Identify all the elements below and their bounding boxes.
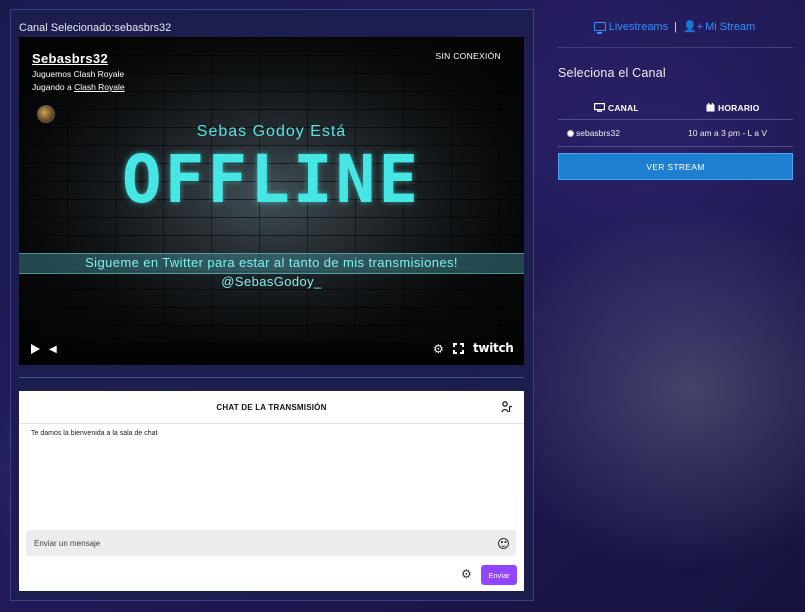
channel-row-name: sebasbrs32 — [576, 128, 620, 138]
play-icon[interactable] — [31, 344, 40, 354]
playing-prefix: Jugando a — [32, 82, 72, 92]
channel-radio-button[interactable] — [567, 130, 574, 137]
column-schedule-label: HORARIO — [718, 103, 760, 113]
channel-avatar[interactable] — [37, 105, 55, 123]
panel-divider — [19, 377, 524, 378]
twitter-handle: @SebasGodoy_ — [221, 274, 322, 289]
user-list-icon[interactable] — [501, 401, 513, 413]
chat-title: CHAT DE LA TRANSMISIÓN — [216, 403, 327, 412]
offline-heading: OFFLINE — [121, 141, 422, 218]
channel-sidebar: Livestreams | 👤+ Mi Stream Seleciona el Can… — [545, 9, 804, 601]
emote-picker-icon[interactable] — [498, 538, 509, 549]
player-settings-icon[interactable]: ⚙ — [433, 343, 444, 355]
chat-header: CHAT DE LA TRANSMISIÓN — [19, 391, 524, 424]
chat-settings-icon[interactable]: ⚙ — [461, 568, 472, 580]
chat-panel: CHAT DE LA TRANSMISIÓN Te damos la bienv… — [19, 391, 524, 591]
chat-message-input[interactable] — [26, 530, 516, 556]
livestreams-label: Livestreams — [608, 21, 669, 33]
game-link[interactable]: Clash Royale — [74, 82, 125, 92]
column-header-schedule: HORARIO — [706, 103, 760, 113]
volume-icon[interactable]: ◀ — [49, 344, 57, 356]
chat-welcome-message: Te damos la bienvenida a la sala de chat — [31, 430, 158, 437]
my-stream-label: Mi Stream — [705, 21, 756, 33]
offline-subtitle: Sebas Godoy Está — [196, 123, 347, 140]
livestreams-link[interactable]: Livestreams — [593, 21, 669, 34]
offline-status-badge: SIN CONEXIÓN — [435, 51, 501, 61]
column-channel-label: CANAL — [608, 103, 639, 113]
selected-channel-label: Canal Selecionado:sebasbrs32 — [19, 22, 172, 34]
fullscreen-icon[interactable] — [453, 343, 464, 354]
stream-panel: Canal Selecionado:sebasbrs32 Sebasbrs32 … — [10, 9, 534, 601]
user-plus-icon: 👤+ — [682, 21, 704, 33]
select-channel-title: Seleciona el Canal — [558, 66, 666, 80]
nav-separator: | — [674, 21, 677, 33]
monitor-icon — [594, 103, 606, 112]
top-nav-links: Livestreams | 👤+ Mi Stream — [545, 20, 804, 34]
calendar-icon — [706, 103, 715, 112]
twitter-follow-text: Sigueme en Twitter para estar al tanto d… — [85, 255, 458, 270]
player-playing-line: Jugando a Clash Royale — [32, 82, 125, 92]
send-chat-button[interactable]: Enviar — [481, 565, 517, 585]
channel-row-radio[interactable]: sebasbrs32 — [567, 128, 620, 138]
twitch-logo-icon[interactable]: twitch — [473, 342, 514, 354]
table-row-rule — [558, 146, 793, 147]
my-stream-link[interactable]: 👤+ Mi Stream — [683, 21, 755, 33]
watch-stream-button[interactable]: VER STREAM — [558, 153, 793, 180]
twitch-player[interactable]: Sebasbrs32 Juguemos Clash Royale Jugando… — [19, 37, 524, 365]
table-header-rule — [558, 119, 793, 120]
player-channel-name-link[interactable]: Sebasbrs32 — [32, 51, 108, 66]
player-controls: ◀ ⚙ twitch — [19, 335, 524, 365]
column-header-channel: CANAL — [594, 103, 639, 113]
header-rule — [557, 47, 793, 48]
monitor-icon — [593, 22, 606, 34]
player-stream-title: Juguemos Clash Royale — [32, 69, 125, 79]
channel-row-schedule: 10 am a 3 pm - L a V — [688, 128, 768, 138]
